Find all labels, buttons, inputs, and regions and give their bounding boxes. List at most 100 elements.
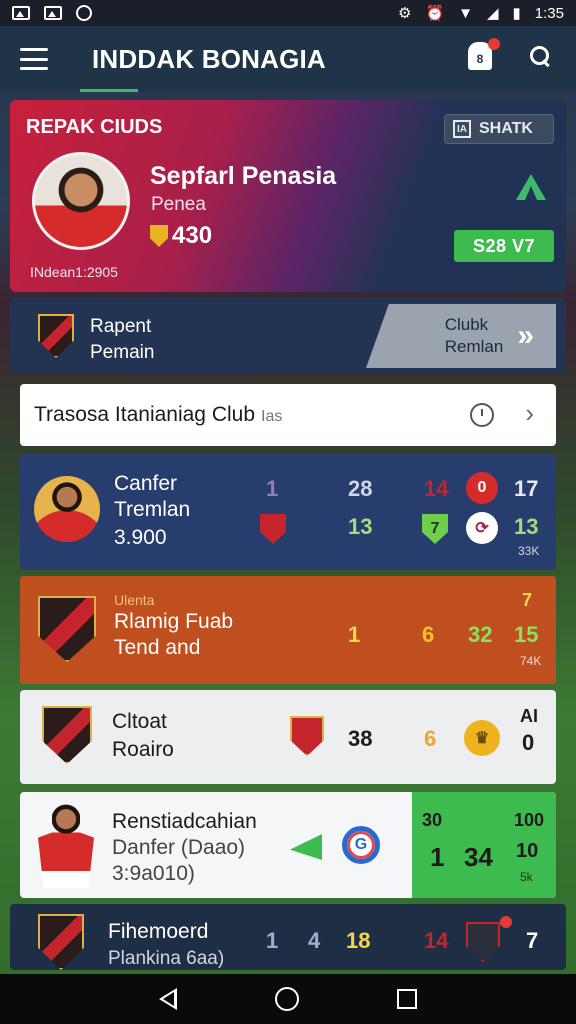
stat-4: 15: [514, 622, 539, 647]
player-card-white[interactable]: Renstiadcahian Danfer (Daao) 3:9a010) G …: [20, 792, 556, 898]
app-bar: INDDAK BONAGIA 8: [0, 26, 576, 92]
stat-4: 14: [424, 476, 449, 501]
settings-icon: ⚙: [397, 5, 412, 22]
score-4: 100: [514, 810, 545, 830]
menu-icon[interactable]: [20, 48, 48, 70]
player-avatar: [38, 804, 94, 888]
stat-5-icon: 0: [466, 472, 498, 504]
recents-icon[interactable]: [397, 989, 417, 1009]
status-bar: ⚙ ⏰ ▼ ◢ ▮ 1:35: [0, 0, 576, 26]
rival-badge-icon: ⟳: [466, 512, 498, 544]
player-card-blue[interactable]: Canfer Tremlan 3.900 1 28 13 14 0 7 ⟳ 17…: [20, 454, 556, 570]
club-logo-icon: G: [342, 826, 380, 864]
title-underline: [80, 89, 138, 92]
stat-4: 0: [522, 730, 535, 755]
stat-small: 74K: [520, 654, 542, 668]
club-tag: Ulenta: [114, 592, 155, 608]
player-name-line1: Renstiadcahian: [112, 810, 257, 833]
notifications-button[interactable]: 8: [468, 38, 500, 72]
back-icon[interactable]: [159, 988, 177, 1010]
club-shield-icon: [466, 922, 500, 962]
player-id: INdean1:2905: [30, 264, 118, 280]
club-name-line1: Fihemoerd: [108, 920, 209, 943]
stat-1: 1: [266, 928, 279, 953]
club-name-line1: Rapent: [90, 316, 152, 337]
history-icon[interactable]: [470, 403, 494, 427]
stat-top: 7: [522, 590, 533, 610]
app-title: INDDAK BONAGIA: [92, 43, 326, 74]
stat-5: 7: [526, 928, 539, 953]
system-nav-bar: [0, 974, 576, 1024]
club-name-line2: Pemain: [90, 342, 155, 363]
green-flag-icon: [290, 834, 322, 860]
stat-3: 13: [348, 514, 373, 539]
club-search-bar[interactable]: Trasosa Itanianiag Club Ias ›: [20, 384, 556, 446]
club-row[interactable]: Rapent Pemain Clubk Remlan »: [10, 298, 566, 374]
club-shield-icon: [290, 716, 324, 756]
club-name-line2: Plankina 6aa): [108, 948, 225, 969]
player-value: 3.900: [114, 526, 167, 549]
player-name: Sepfarl Penasia: [150, 162, 337, 190]
club-link-text: Clubk Remlan: [445, 314, 504, 358]
alert-dot: [500, 916, 512, 928]
trophy-icon: ♛: [464, 720, 500, 756]
stat-1: 1: [266, 476, 279, 501]
wifi-icon: ▼: [458, 4, 473, 22]
stat-1: 38: [348, 726, 373, 751]
points-value: 430: [172, 222, 213, 249]
season-badge[interactable]: S28 V7: [454, 230, 554, 262]
share-icon: IA: [453, 120, 471, 138]
alarm-icon: ⏰: [425, 5, 445, 22]
stat-2: 4: [308, 928, 321, 953]
stat-8: 13: [514, 514, 539, 539]
club-card-grey[interactable]: Cltoat Roairo 38 6 ♛ AI 0: [20, 690, 556, 784]
stat-6: 7: [430, 520, 440, 537]
sync-icon: [76, 5, 92, 21]
clock-time: 1:35: [534, 4, 564, 22]
score-panel: 30 1 34 100 10 5k: [412, 792, 556, 898]
search-query: Trasosa Itanianiag Club: [34, 403, 256, 426]
stat-3: 32: [468, 622, 493, 647]
home-icon[interactable]: [275, 987, 299, 1011]
search-icon[interactable]: [530, 46, 552, 68]
chevron-right-icon[interactable]: ›: [525, 398, 534, 429]
gold-shield-icon: [150, 225, 168, 247]
double-chevron-icon: »: [517, 319, 534, 352]
search-text: Trasosa Itanianiag Club Ias: [34, 403, 282, 427]
stat-1: 1: [348, 622, 361, 647]
battery-icon: ▮: [512, 5, 521, 22]
stat-2: 28: [348, 476, 373, 501]
club-card-orange[interactable]: Ulenta Rlamig Fuab Tend and 1 6 32 15 7 …: [20, 576, 556, 684]
stat-2: 6: [424, 726, 437, 751]
player-name-line2: Tremlan: [114, 498, 191, 521]
club-link-line1: Clubk: [444, 315, 489, 334]
share-chip-label: SHATK: [479, 120, 533, 137]
club-link-button[interactable]: Clubk Remlan »: [366, 304, 556, 368]
stat-4: 14: [424, 928, 449, 953]
stat-5: 0: [477, 479, 487, 496]
club-name-line2: Tend and: [114, 636, 201, 659]
stat-3: AI: [520, 706, 538, 726]
score-5: 10: [516, 840, 539, 862]
club-shield-icon: [260, 514, 286, 544]
player-name-line1: Canfer: [114, 472, 178, 495]
stat-3: 18: [346, 928, 371, 953]
club-crest-icon: [42, 706, 92, 764]
score-2: 1: [430, 842, 445, 872]
gallery-icon: [12, 6, 30, 20]
featured-player-card[interactable]: REPAK CIUDS IA SHATK Sepfarl Penasia Pen…: [10, 100, 566, 292]
player-subtitle: Penea: [151, 194, 206, 215]
player-points: 430: [150, 222, 212, 250]
club-name-line2: Roairo: [112, 738, 174, 761]
club-name: Rapent Pemain: [90, 314, 154, 366]
club-card-dark[interactable]: Fihemoerd Plankina 6aa) 1 4 18 14 7: [10, 904, 566, 970]
score-6: 5k: [520, 870, 533, 884]
club-name-line1: Cltoat: [112, 710, 167, 733]
trend-up-icon: [516, 174, 546, 200]
search-muted: Ias: [261, 408, 283, 425]
club-crest-icon: [38, 596, 96, 662]
share-chip[interactable]: IA SHATK: [444, 114, 554, 144]
image-icon: [44, 6, 62, 20]
score-3: 34: [464, 842, 493, 872]
stat-7: 17: [514, 476, 539, 501]
